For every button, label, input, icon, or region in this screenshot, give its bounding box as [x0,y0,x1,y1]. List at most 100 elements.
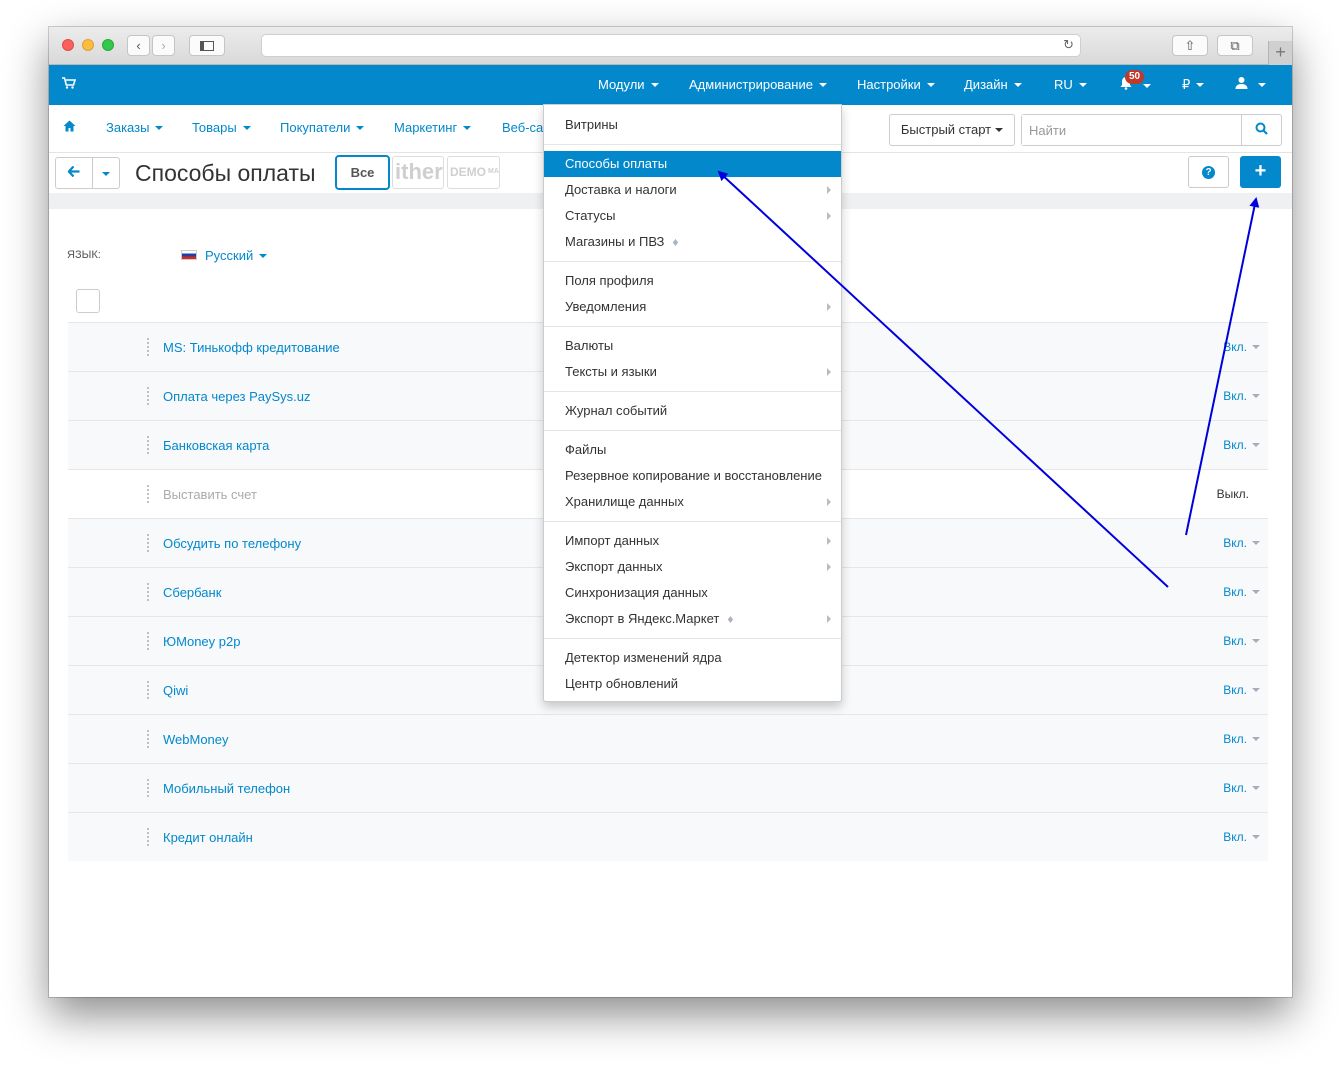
drag-handle-icon[interactable] [146,533,150,553]
chevron-right-icon [827,563,831,571]
drag-handle-icon[interactable] [146,827,150,847]
nav-modules[interactable]: Модули [598,77,659,92]
status-dropdown[interactable]: Вкл. [1223,585,1260,599]
menu-item-shipping-taxes[interactable]: Доставка и налоги [544,177,841,203]
payment-name-link[interactable]: Обсудить по телефону [163,536,301,551]
status-dropdown[interactable]: Вкл. [1223,781,1260,795]
menu-item-stores-pickup[interactable]: Магазины и ПВЗ ♦ [544,229,841,255]
nav-products[interactable]: Товары [192,120,251,135]
drag-handle-icon[interactable] [146,680,150,700]
share-button[interactable]: ⇧ [1172,35,1208,56]
nav-customers[interactable]: Покупатели [280,120,364,135]
status-dropdown[interactable]: Вкл. [1223,683,1260,697]
drag-handle-icon[interactable] [146,729,150,749]
menu-item-yandex-export[interactable]: Экспорт в Яндекс.Маркет ♦ [544,606,841,632]
question-icon: ? [1202,166,1215,180]
nav-design[interactable]: Дизайн [964,77,1022,92]
payment-name-link[interactable]: Qiwi [163,683,188,698]
menu-item-profile-fields[interactable]: Поля профиля [544,268,841,294]
payment-name-link[interactable]: ЮMoney p2p [163,634,240,649]
nav-website[interactable]: Веб-са [502,120,543,135]
status-dropdown[interactable]: Вкл. [1223,634,1260,648]
payment-name-link[interactable]: Кредит онлайн [163,830,253,845]
select-all-checkbox[interactable] [76,289,100,313]
menu-item-texts-languages[interactable]: Тексты и языки [544,359,841,385]
status-dropdown[interactable]: Вкл. [1223,389,1260,403]
drag-handle-icon[interactable] [146,435,150,455]
reload-icon[interactable]: ↻ [1063,37,1074,53]
payment-name-link[interactable]: Банковская карта [163,438,269,453]
home-icon[interactable] [63,120,76,135]
nav-marketing[interactable]: Маркетинг [394,120,471,135]
back-button[interactable] [55,157,93,189]
drag-handle-icon[interactable] [146,337,150,357]
menu-item-payment-methods[interactable]: Способы оплаты [544,151,841,177]
zoom-window-button[interactable] [102,39,114,51]
minimize-window-button[interactable] [82,39,94,51]
storefront-all-button[interactable]: Все [335,155,390,190]
menu-item-notifications[interactable]: Уведомления [544,294,841,320]
status-dropdown[interactable]: Вкл. [1223,536,1260,550]
status-dropdown[interactable]: Вкл. [1223,830,1260,844]
tabs-overview-button[interactable]: ⧉ [1217,35,1253,56]
status-dropdown[interactable]: Вкл. [1223,438,1260,452]
payment-name-link[interactable]: WebMoney [163,732,229,747]
nav-orders[interactable]: Заказы [106,120,163,135]
payment-name-link[interactable]: MS: Тинькофф кредитование [163,340,340,355]
nav-language[interactable]: RU [1054,77,1087,92]
menu-item-label: Статусы [565,208,616,223]
language-selector[interactable]: Русский [181,248,267,263]
table-row: Мобильный телефон Вкл. [68,763,1268,812]
nav-currency[interactable]: ₽ [1182,77,1204,93]
close-window-button[interactable] [62,39,74,51]
menu-item-data-storage[interactable]: Хранилище данных [544,489,841,515]
quick-start-button[interactable]: Быстрый старт [889,114,1015,146]
menu-item-export-data[interactable]: Экспорт данных [544,554,841,580]
menu-item-sync-data[interactable]: Синхронизация данных [544,580,841,606]
add-payment-button[interactable]: + [1240,156,1281,188]
back-dropdown-button[interactable] [92,157,120,189]
menu-item-import-data[interactable]: Импорт данных [544,528,841,554]
menu-item-label: Тексты и языки [565,364,657,379]
status-dropdown[interactable]: Вкл. [1223,340,1260,354]
search-box [1021,114,1282,146]
nav-administration[interactable]: Администрирование [689,77,827,92]
sidebar-icon [200,41,214,51]
search-input[interactable] [1022,115,1240,145]
menu-item-statuses[interactable]: Статусы [544,203,841,229]
drag-handle-icon[interactable] [146,484,150,504]
menu-divider [544,144,841,145]
menu-item-currencies[interactable]: Валюты [544,333,841,359]
nav-settings[interactable]: Настройки [857,77,935,92]
status-dropdown[interactable]: Выкл. [1217,487,1249,501]
new-tab-button[interactable]: + [1268,41,1292,65]
drag-handle-icon[interactable] [146,631,150,651]
sidebar-toggle-button[interactable] [189,35,225,56]
browser-forward-button[interactable]: › [152,35,175,56]
browser-back-button[interactable]: ‹ [127,35,150,56]
menu-item-label: Экспорт в Яндекс.Маркет [565,611,720,626]
user-icon[interactable] [1235,76,1266,92]
menu-item-core-detector[interactable]: Детектор изменений ядра [544,645,841,671]
menu-item-storefronts[interactable]: Витрины [544,112,841,138]
drag-handle-icon[interactable] [146,582,150,602]
search-icon[interactable] [1241,115,1281,145]
menu-item-update-center[interactable]: Центр обновлений [544,671,841,697]
menu-item-backup-restore[interactable]: Резервное копирование и восстановление [544,463,841,489]
storefront-logo-2[interactable]: DEMO MA [447,156,500,189]
menu-item-files[interactable]: Файлы [544,437,841,463]
drag-handle-icon[interactable] [146,386,150,406]
drag-handle-icon[interactable] [146,778,150,798]
payment-name-link[interactable]: Сбербанк [163,585,221,600]
menu-item-label: Экспорт данных [565,559,663,574]
status-dropdown[interactable]: Вкл. [1223,732,1260,746]
chevron-right-icon [827,615,831,623]
cart-icon[interactable] [62,76,77,92]
address-bar[interactable]: ↻ [261,34,1081,57]
payment-name-link[interactable]: Выставить счет [163,487,257,502]
payment-name-link[interactable]: Мобильный телефон [163,781,290,796]
help-button[interactable]: ? [1188,156,1229,188]
payment-name-link[interactable]: Оплата через PaySys.uz [163,389,311,404]
menu-item-event-log[interactable]: Журнал событий [544,398,841,424]
storefront-logo-1[interactable]: ither [392,156,444,189]
